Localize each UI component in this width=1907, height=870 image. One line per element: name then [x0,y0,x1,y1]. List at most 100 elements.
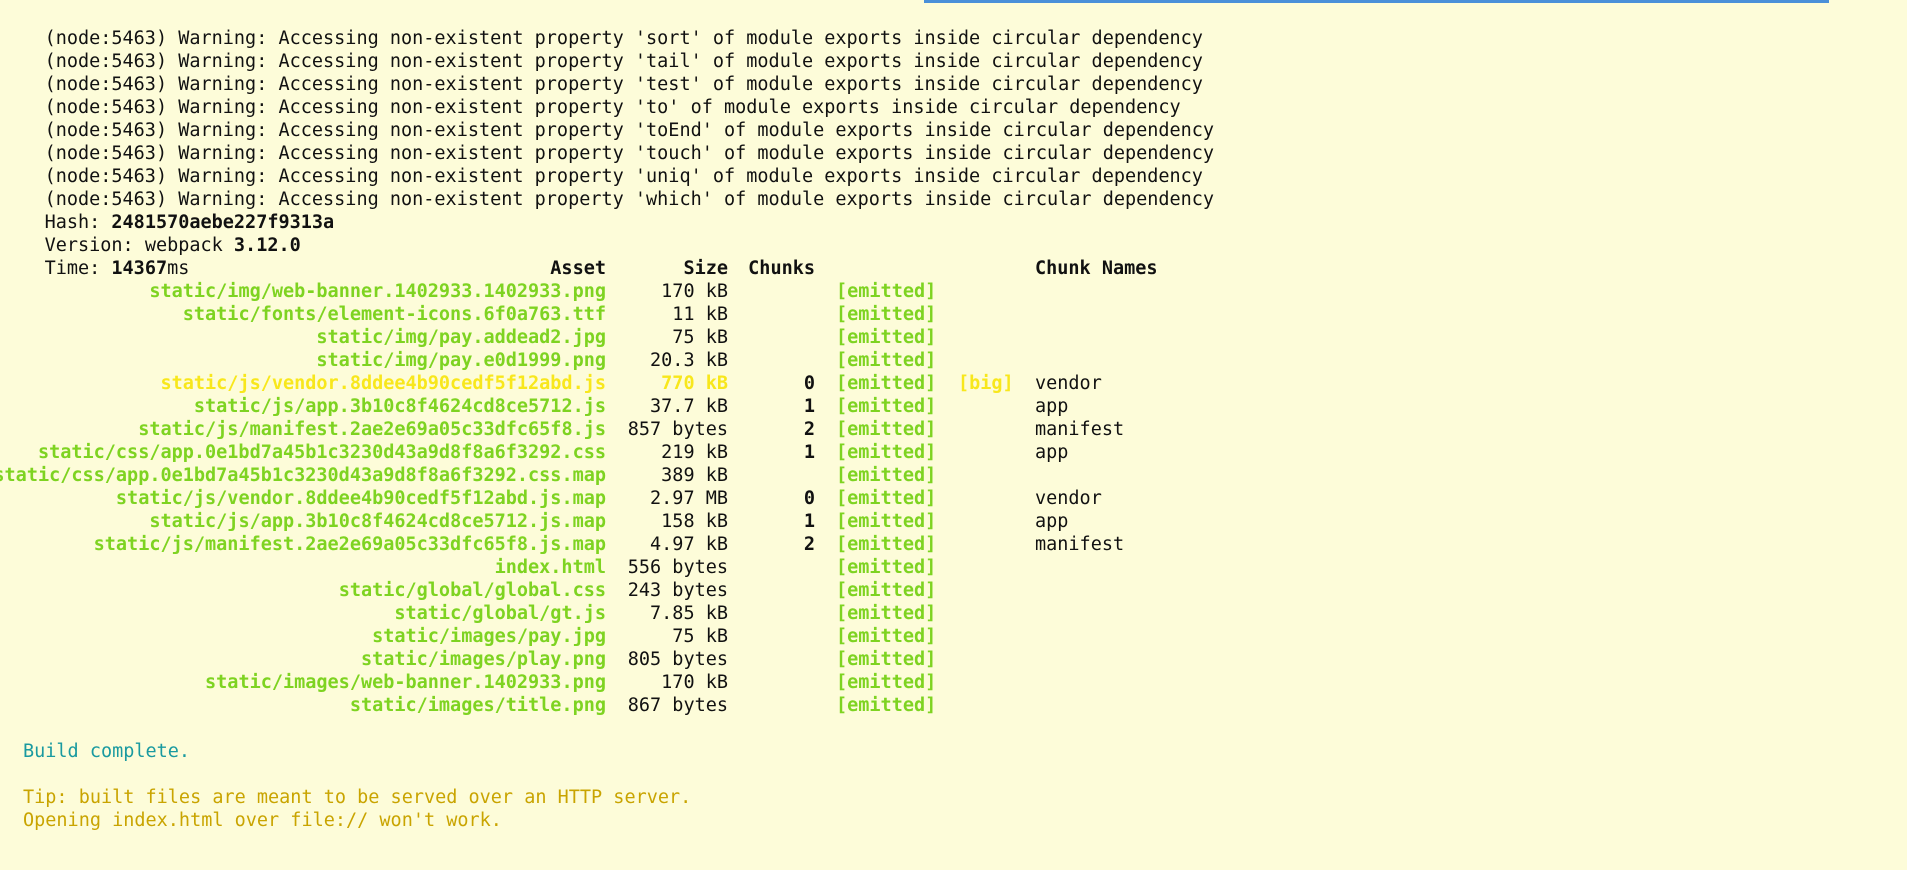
table-row: static/fonts/element-icons.6f0a763.ttf 11… [0,303,1907,326]
terminal-output: (node:5463) Warning: Accessing non-exist… [0,0,1907,870]
time-line: Time: 14367ms [0,234,190,279]
asset-chunk-names: manifest [1035,534,1125,555]
asset-name: static/images/web-banner.1402933.png [205,672,606,693]
warning-line: (node:5463) Warning: Accessing non-exist… [0,142,1203,187]
asset-size: 243 bytes [627,580,728,601]
asset-name: static/images/title.png [349,695,606,716]
asset-size: 867 bytes [627,695,728,716]
table-row: static/js/manifest.2ae2e69a05c33dfc65f8.… [0,418,1907,441]
asset-size: 770 kB [661,373,728,394]
emitted-flag: [emitted] [836,649,937,670]
asset-name: static/js/vendor.8ddee4b90cedf5f12abd.js [160,373,606,394]
emitted-flag: [emitted] [836,442,937,463]
asset-size: 7.85 kB [650,603,728,624]
header-chunk-names: Chunk Names [1035,258,1158,279]
table-row: static/global/global.css 243 bytes [emitte… [0,579,1907,602]
asset-size: 170 kB [661,672,728,693]
asset-name: static/js/app.3b10c8f4624cd8ce5712.js [193,396,606,417]
asset-chunks: 1 [803,442,815,463]
top-progress-bar [924,0,1829,3]
asset-name: static/img/web-banner.1402933.1402933.pn… [149,281,606,302]
asset-size: 389 kB [661,465,728,486]
emitted-flag: [emitted] [836,626,937,647]
emitted-flag: [emitted] [836,534,937,555]
table-row: static/css/app.0e1bd7a45b1c3230d43a9d8f8… [0,441,1907,464]
build-complete-message: Build complete. [23,741,191,762]
header-size: Size [683,258,728,279]
hash-line: Hash: 2481570aebe227f9313a [0,188,335,233]
big-flag: [big] [958,373,1014,394]
version-line: Version: webpack 3.12.0 [0,211,301,256]
asset-chunk-names: manifest [1035,419,1125,440]
asset-chunks: 1 [803,511,815,532]
table-row: static/js/app.3b10c8f4624cd8ce5712.js 37.… [0,395,1907,418]
table-row: static/js/app.3b10c8f4624cd8ce5712.js.ma… [0,510,1907,533]
asset-chunks: 0 [803,488,815,509]
emitted-flag: [emitted] [836,396,937,417]
warning-line: (node:5463) Warning: Accessing non-exist… [0,165,1215,210]
emitted-flag: [emitted] [836,350,937,371]
asset-name: static/js/app.3b10c8f4624cd8ce5712.js.ma… [149,511,606,532]
asset-size: 219 kB [661,442,728,463]
table-row: static/css/app.0e1bd7a45b1c3230d43a9d8f8… [0,464,1907,487]
asset-name: index.html [494,557,606,578]
asset-name: static/fonts/element-icons.6f0a763.ttf [182,304,606,325]
table-row: static/img/pay.addead2.jpg 75 kB [emitted] [0,326,1907,349]
warning-line: (node:5463) Warning: Accessing non-exist… [0,4,1203,49]
asset-chunk-names: app [1035,396,1069,417]
emitted-flag: [emitted] [836,373,937,394]
asset-name: static/css/app.0e1bd7a45b1c3230d43a9d8f8… [37,442,606,463]
asset-name: static/img/pay.e0d1999.png [316,350,606,371]
asset-size: 75 kB [672,327,728,348]
asset-chunks: 2 [803,534,815,555]
emitted-flag: [emitted] [836,488,937,509]
asset-size: 857 bytes [627,419,728,440]
asset-name: static/global/gt.js [394,603,606,624]
asset-size: 20.3 kB [650,350,728,371]
emitted-flag: [emitted] [836,603,937,624]
asset-size: 170 kB [661,281,728,302]
asset-chunk-names: app [1035,511,1069,532]
table-row: index.html 556 bytes [emitted] [0,556,1907,579]
asset-chunk-names: vendor [1035,488,1102,509]
header-asset: Asset [550,258,606,279]
table-row: static/img/web-banner.1402933.1402933.pn… [0,280,1907,303]
emitted-flag: [emitted] [836,465,937,486]
tip-line-2: Opening index.html over file:// won't wo… [23,810,502,831]
asset-chunk-names: vendor [1035,373,1102,394]
tip-line-1: Tip: built files are meant to be served … [23,787,692,808]
emitted-flag: [emitted] [836,672,937,693]
table-row: static/js/vendor.8ddee4b90cedf5f12abd.js… [0,372,1907,395]
asset-chunks: 1 [803,396,815,417]
asset-size: 2.97 MB [650,488,728,509]
table-row: static/images/play.png 805 bytes [emitted] [0,648,1907,671]
asset-name: static/js/manifest.2ae2e69a05c33dfc65f8.… [138,419,606,440]
emitted-flag: [emitted] [836,557,937,578]
asset-name: static/css/app.0e1bd7a45b1c3230d43a9d8f8… [0,465,606,486]
warning-line: (node:5463) Warning: Accessing non-exist… [0,96,1215,141]
emitted-flag: [emitted] [836,281,937,302]
assets-table-header: Asset Size Chunks Chunk Names [0,257,1907,280]
table-row: static/images/web-banner.1402933.png 170 … [0,671,1907,694]
asset-size: 11 kB [672,304,728,325]
emitted-flag: [emitted] [836,580,937,601]
emitted-flag: [emitted] [836,327,937,348]
asset-name: static/js/vendor.8ddee4b90cedf5f12abd.js… [115,488,606,509]
asset-size: 805 bytes [627,649,728,670]
warning-line: (node:5463) Warning: Accessing non-exist… [0,50,1203,95]
asset-size: 37.7 kB [650,396,728,417]
emitted-flag: [emitted] [836,419,937,440]
asset-name: static/images/pay.jpg [372,626,606,647]
asset-name: static/js/manifest.2ae2e69a05c33dfc65f8.… [93,534,606,555]
asset-name: static/img/pay.addead2.jpg [316,327,606,348]
table-row: static/img/pay.e0d1999.png 20.3 kB [emitte… [0,349,1907,372]
asset-size: 556 bytes [627,557,728,578]
warning-line: (node:5463) Warning: Accessing non-exist… [0,73,1181,118]
table-row: static/global/gt.js 7.85 kB [emitted] [0,602,1907,625]
warning-line: (node:5463) Warning: Accessing non-exist… [0,119,1215,164]
asset-chunks: 2 [803,419,815,440]
emitted-flag: [emitted] [836,695,937,716]
asset-size: 4.97 kB [650,534,728,555]
table-row: static/images/title.png 867 bytes [emitted… [0,694,1907,717]
table-row: static/js/vendor.8ddee4b90cedf5f12abd.js… [0,487,1907,510]
